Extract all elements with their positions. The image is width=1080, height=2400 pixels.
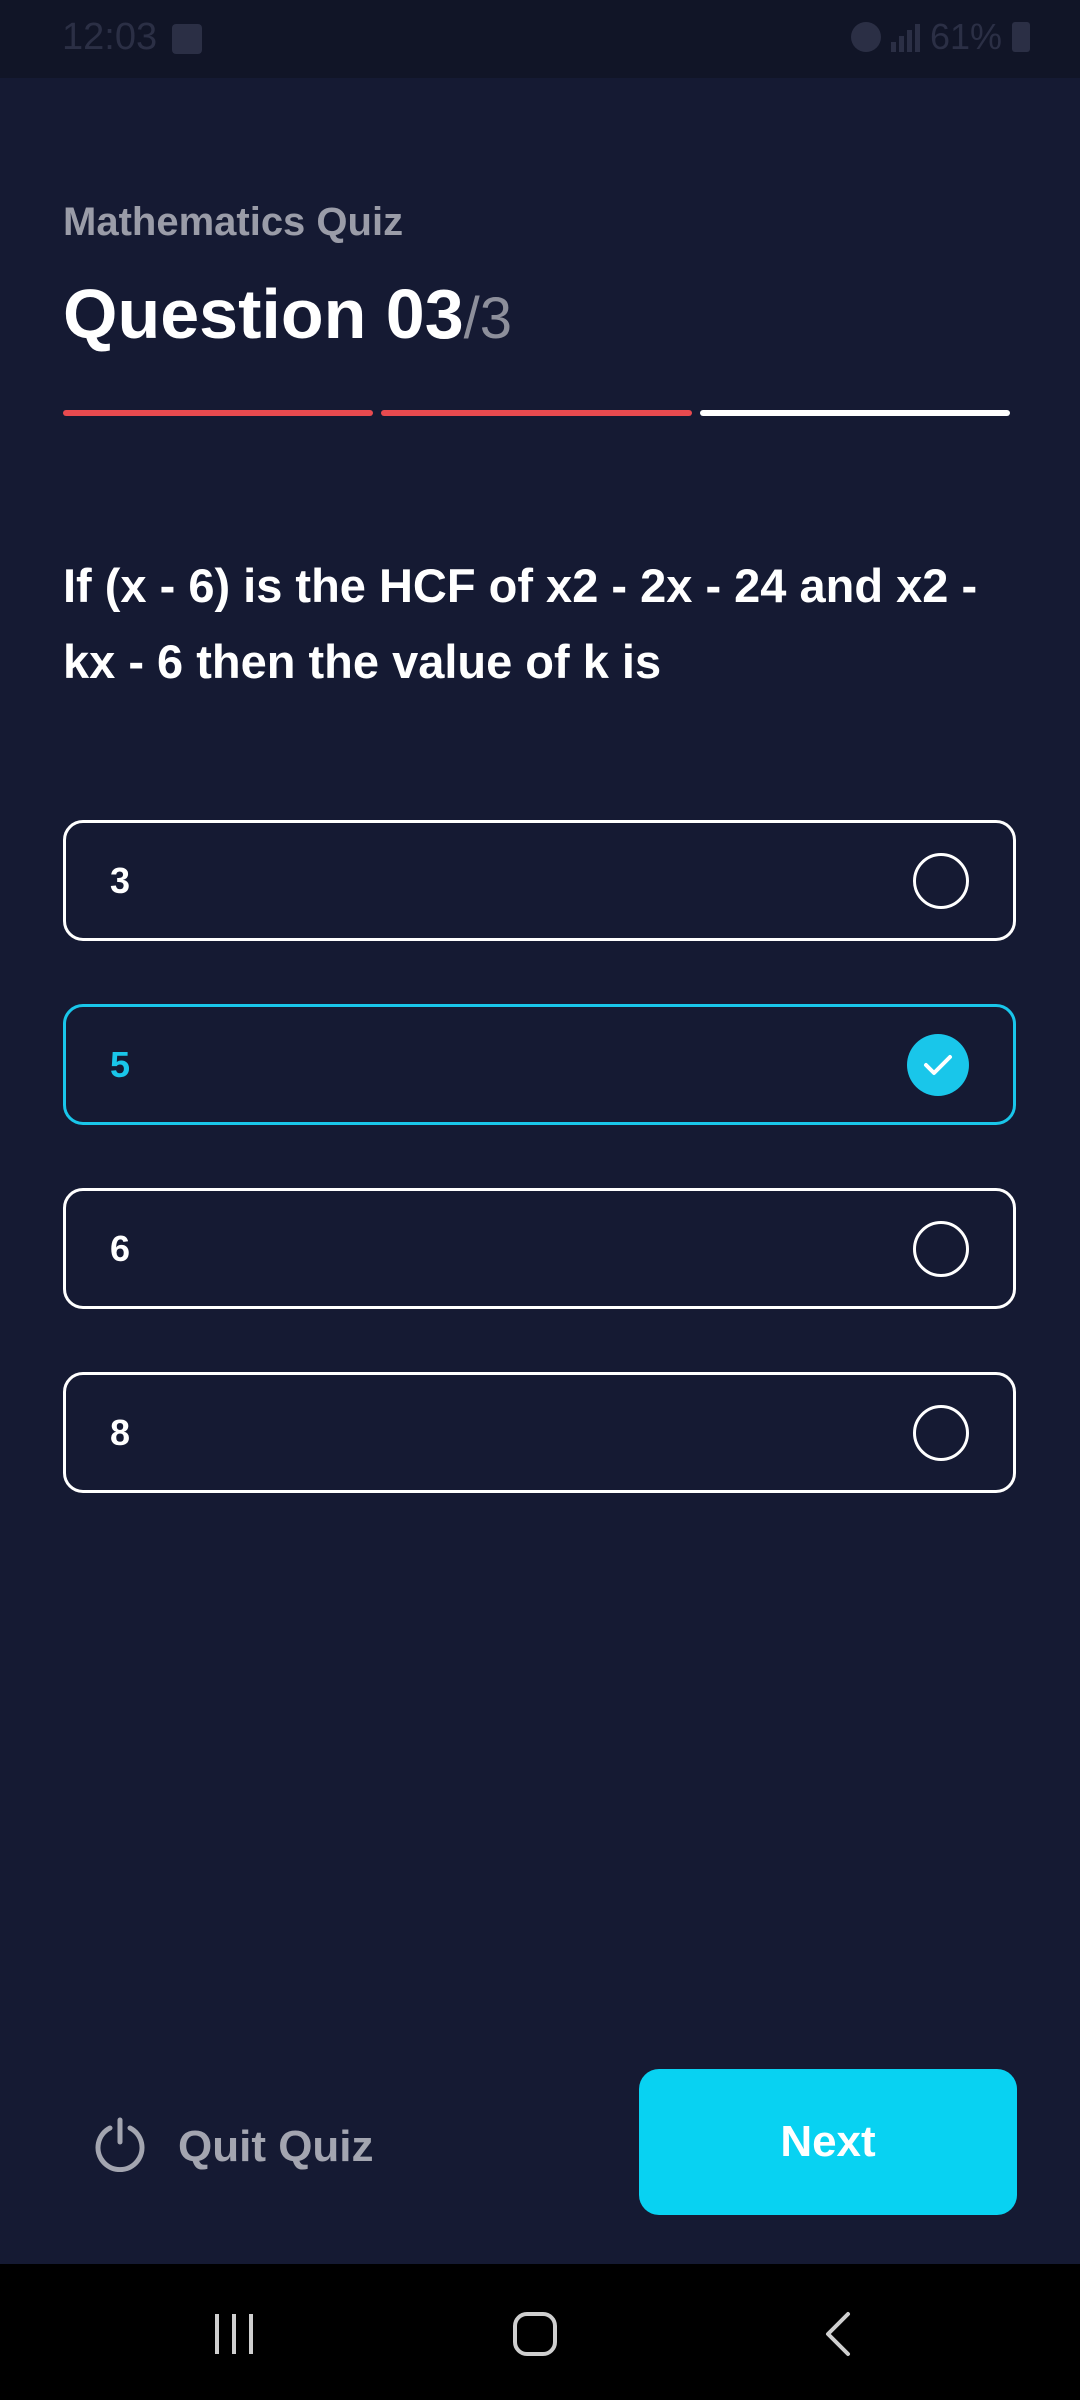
quit-quiz-label: Quit Quiz bbox=[178, 2121, 374, 2171]
answer-options: 3 5 6 8 bbox=[63, 820, 1016, 1556]
radio-icon bbox=[913, 1220, 969, 1277]
progress-segment bbox=[63, 410, 374, 416]
option-label: 6 bbox=[110, 1227, 131, 1269]
answer-option-selected[interactable]: 5 bbox=[63, 1004, 1016, 1125]
quiz-progress-bar bbox=[63, 410, 1010, 416]
next-button[interactable]: Next bbox=[639, 2069, 1017, 2215]
quit-quiz-button[interactable]: Quit Quiz bbox=[92, 2116, 374, 2177]
question-total: /3 bbox=[463, 286, 513, 351]
option-label: 5 bbox=[110, 1043, 131, 1085]
system-nav-bar bbox=[0, 2264, 1080, 2400]
signal-icon bbox=[890, 22, 920, 52]
battery-icon bbox=[1012, 22, 1030, 52]
radio-icon bbox=[913, 1404, 969, 1461]
question-number: Question 03 bbox=[63, 275, 464, 353]
back-icon[interactable] bbox=[808, 2304, 868, 2364]
option-label: 3 bbox=[110, 859, 131, 901]
recent-apps-icon[interactable] bbox=[204, 2304, 264, 2364]
question-title: Question 03/3 bbox=[63, 274, 512, 354]
progress-segment bbox=[381, 410, 692, 416]
radio-icon bbox=[913, 852, 969, 909]
power-icon bbox=[92, 2116, 148, 2177]
status-bar: 12:03 61% bbox=[0, 0, 1080, 78]
home-icon[interactable] bbox=[505, 2304, 565, 2364]
gallery-notification-icon bbox=[172, 24, 202, 54]
quiz-screen: 12:03 61% Mathematics Quiz Question 03/3… bbox=[0, 0, 1080, 2400]
option-label: 8 bbox=[110, 1411, 131, 1453]
answer-option[interactable]: 6 bbox=[63, 1188, 1016, 1309]
answer-option[interactable]: 8 bbox=[63, 1372, 1016, 1493]
quiz-subtitle: Mathematics Quiz bbox=[63, 200, 404, 244]
question-text: If (x - 6) is the HCF of x2 - 2x - 24 an… bbox=[63, 559, 978, 688]
alarm-icon bbox=[850, 22, 881, 52]
progress-segment bbox=[699, 410, 1010, 416]
answer-option[interactable]: 3 bbox=[63, 820, 1016, 941]
status-icons: 61% bbox=[850, 16, 1030, 58]
status-time: 12:03 bbox=[62, 16, 158, 58]
check-icon bbox=[907, 1033, 969, 1096]
battery-percent: 61% bbox=[929, 16, 1002, 57]
